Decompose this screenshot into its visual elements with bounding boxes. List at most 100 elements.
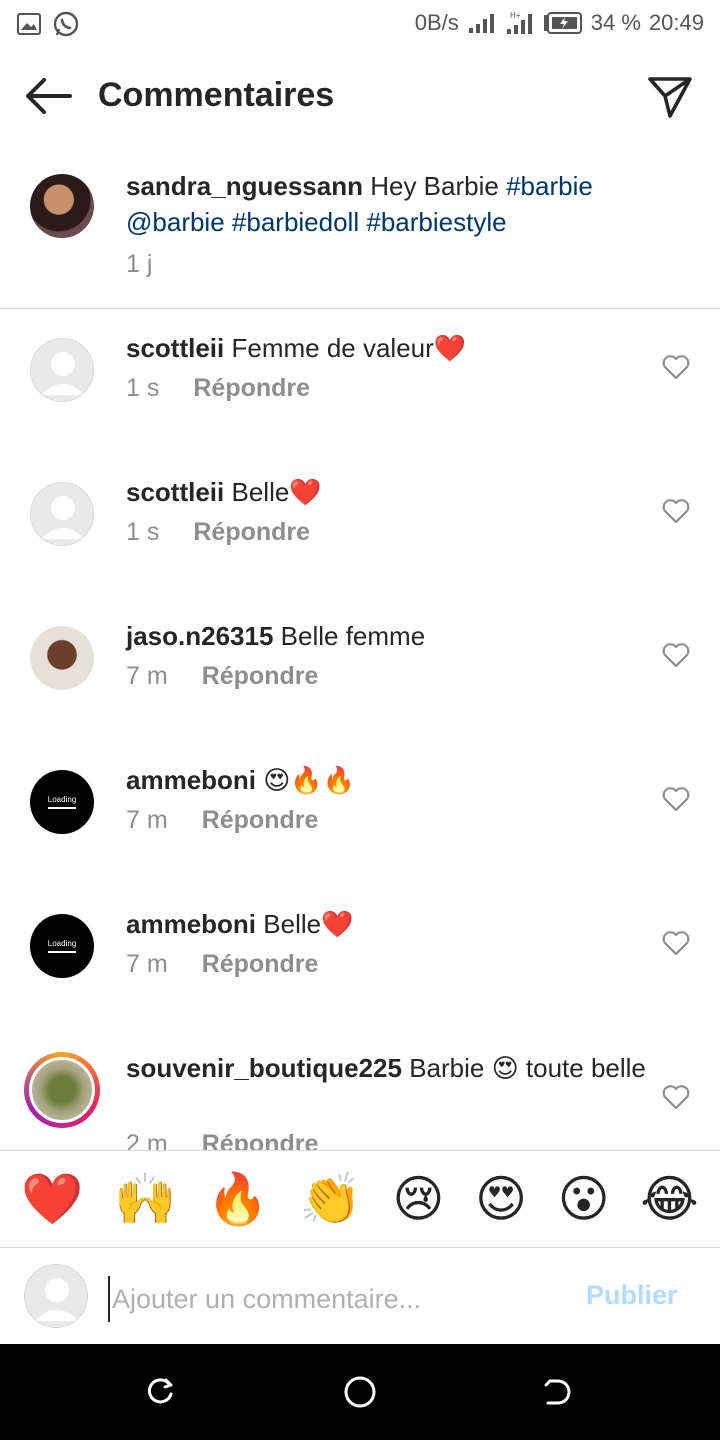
- hashtag-link[interactable]: #barbiestyle: [366, 207, 506, 237]
- comment-time: 7 m: [126, 662, 168, 690]
- back-nav-icon[interactable]: [542, 1376, 574, 1408]
- comment-text: scottleii Belle❤️: [126, 474, 646, 510]
- avatar[interactable]: Loading: [30, 770, 94, 834]
- default-avatar-icon: [35, 1278, 79, 1321]
- network-speed: 0B/s: [414, 10, 459, 35]
- reply-button[interactable]: Répondre: [202, 806, 319, 835]
- mention-link[interactable]: @barbie: [126, 207, 225, 237]
- heart-icon[interactable]: [662, 354, 690, 380]
- comments-list: scottleii Femme de valeur❤️ 1 s Répondre…: [0, 308, 720, 1150]
- comment-meta: 2 m Répondre: [126, 1130, 318, 1150]
- comment-body: Belle femme: [280, 621, 426, 651]
- comment-username[interactable]: jaso.n26315: [126, 621, 273, 651]
- comment-meta: 1 s Répondre: [126, 518, 310, 547]
- emoji-raising-hands-button[interactable]: 🙌: [114, 1169, 176, 1229]
- comment-meta: 1 s Répondre: [126, 374, 310, 403]
- avatar[interactable]: [30, 174, 94, 238]
- caption-body: Hey Barbie: [370, 171, 499, 201]
- heart-icon[interactable]: [662, 498, 690, 524]
- caption-username[interactable]: sandra_nguessann: [126, 171, 363, 201]
- comment-username[interactable]: souvenir_boutique225: [126, 1053, 402, 1083]
- reply-button[interactable]: Répondre: [202, 1130, 319, 1150]
- emoji-quick-bar: ❤️ 🙌 🔥 👏 😢 😍 😮 😂: [0, 1150, 720, 1248]
- arrow-left-icon: [26, 78, 72, 114]
- comment-username[interactable]: scottleii: [126, 477, 224, 507]
- comment-item: souvenir_boutique225 Barbie 😍 toute bell…: [0, 1028, 720, 1150]
- heart-icon[interactable]: [662, 930, 690, 956]
- avatar: [29, 1057, 95, 1123]
- story-ring[interactable]: [24, 1052, 100, 1128]
- hashtag-link[interactable]: #barbiedoll: [232, 207, 359, 237]
- avatar[interactable]: [30, 626, 94, 690]
- emoji-clapping-button[interactable]: 👏: [300, 1169, 362, 1229]
- comment-item: Loading ammeboni 😍🔥🔥 7 m Répondre: [0, 740, 720, 884]
- heart-icon[interactable]: [662, 1084, 690, 1110]
- comment-time: 2 m: [126, 1130, 168, 1150]
- gallery-icon: [17, 13, 41, 35]
- comment-time: 7 m: [126, 806, 168, 834]
- reply-button[interactable]: Répondre: [202, 662, 319, 691]
- emoji-crying-button[interactable]: 😢: [392, 1169, 444, 1229]
- heart-icon[interactable]: [662, 642, 690, 668]
- comment-username[interactable]: ammeboni: [126, 909, 256, 939]
- comment-text: jaso.n26315 Belle femme: [126, 618, 646, 654]
- avatar[interactable]: [30, 338, 94, 402]
- publish-button[interactable]: Publier: [586, 1280, 678, 1311]
- comment-body: Belle❤️: [231, 477, 322, 507]
- loading-bar: [48, 807, 76, 809]
- post-caption: sandra_nguessann Hey Barbie #barbie @bar…: [0, 150, 720, 309]
- emoji-heart-button[interactable]: ❤️: [21, 1169, 83, 1229]
- reply-button[interactable]: Répondre: [193, 374, 310, 403]
- comment-input[interactable]: [108, 1276, 574, 1322]
- avatar-loading-text: Loading: [47, 795, 77, 804]
- comment-text: souvenir_boutique225 Barbie 😍 toute bell…: [126, 1050, 646, 1086]
- whatsapp-icon: [53, 11, 79, 37]
- system-nav-bar: [0, 1344, 720, 1440]
- comment-item: Loading ammeboni Belle❤️ 7 m Répondre: [0, 884, 720, 1028]
- signal-icon: [468, 14, 494, 33]
- battery-percent: 34 %: [590, 10, 641, 35]
- comment-time: 1 s: [126, 374, 160, 402]
- comment-time: 7 m: [126, 950, 168, 978]
- default-avatar-icon: [41, 352, 85, 395]
- header: Commentaires: [0, 48, 720, 144]
- comment-username[interactable]: ammeboni: [126, 765, 256, 795]
- reply-button[interactable]: Répondre: [193, 518, 310, 547]
- status-right: 0B/s H+ 34 % 20:49: [415, 10, 704, 36]
- reply-button[interactable]: Répondre: [202, 950, 319, 979]
- loading-bar: [48, 951, 76, 953]
- status-bar: 0B/s H+ 34 % 20:49: [0, 0, 720, 48]
- caption-time: 1 j: [126, 250, 153, 278]
- comment-item: scottleii Femme de valeur❤️ 1 s Répondre: [0, 308, 720, 452]
- emoji-surprised-button[interactable]: 😮: [558, 1169, 610, 1229]
- avatar[interactable]: [30, 482, 94, 546]
- comment-body: Femme de valeur❤️: [231, 333, 467, 363]
- comment-meta: 7 m Répondre: [126, 806, 318, 835]
- heart-icon[interactable]: [662, 786, 690, 812]
- comment-item: jaso.n26315 Belle femme 7 m Répondre: [0, 596, 720, 740]
- emoji-laughing-button[interactable]: 😂: [640, 1169, 698, 1229]
- recent-apps-icon[interactable]: [144, 1376, 176, 1408]
- share-button[interactable]: [646, 74, 694, 120]
- status-left: [16, 10, 80, 38]
- comment-item: scottleii Belle❤️ 1 s Répondre: [0, 452, 720, 596]
- back-button[interactable]: [22, 76, 74, 116]
- avatar[interactable]: Loading: [30, 914, 94, 978]
- home-icon[interactable]: [342, 1374, 378, 1410]
- hashtag-link[interactable]: #barbie: [506, 171, 593, 201]
- comment-text: scottleii Femme de valeur❤️: [126, 330, 646, 366]
- emoji-fire-button[interactable]: 🔥: [207, 1169, 269, 1229]
- comment-meta: 7 m Répondre: [126, 950, 318, 979]
- caption-text: sandra_nguessann Hey Barbie #barbie @bar…: [126, 168, 666, 240]
- signal-h-icon: H+: [506, 11, 532, 34]
- comment-body: 😍🔥🔥: [263, 765, 356, 795]
- paper-plane-icon: [648, 77, 692, 118]
- comment-body: Belle❤️: [263, 909, 354, 939]
- comment-text: ammeboni 😍🔥🔥: [126, 762, 646, 798]
- page-title: Commentaires: [98, 76, 335, 114]
- clock: 20:49: [648, 10, 704, 35]
- svg-text:H+: H+: [510, 11, 521, 20]
- battery-icon: [543, 12, 582, 34]
- comment-username[interactable]: scottleii: [126, 333, 224, 363]
- emoji-heart-eyes-button[interactable]: 😍: [475, 1169, 527, 1229]
